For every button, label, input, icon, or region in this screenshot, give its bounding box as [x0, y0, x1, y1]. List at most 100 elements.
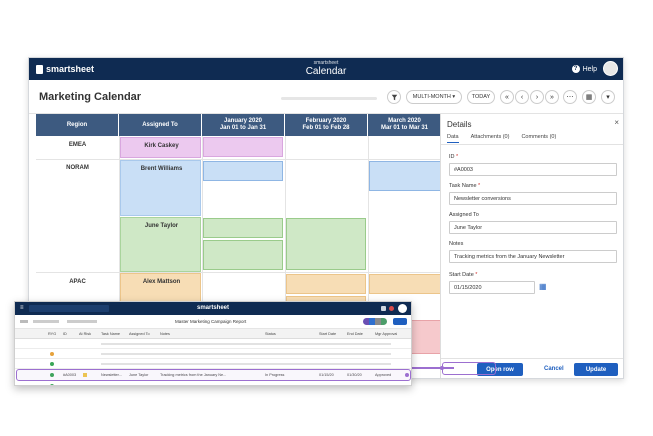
col-notes[interactable]: Notes — [160, 329, 170, 339]
share-button[interactable] — [393, 318, 407, 325]
top-nav-bar: smartsheet smartsheet Calendar ? Help — [29, 58, 623, 80]
table-row[interactable] — [15, 339, 411, 349]
region-emea: EMEA — [68, 142, 87, 148]
tab-attachments[interactable]: Attachments (0) — [471, 134, 510, 143]
field-label-task: Task Name * — [449, 183, 480, 189]
sheet-top-bar: ≡ smartsheet — [15, 302, 411, 315]
table-row[interactable] — [15, 382, 411, 385]
notification-icon[interactable] — [389, 306, 394, 311]
calendar-toolbar: Marketing Calendar MULTI-MONTH ▾ TODAY «… — [29, 80, 623, 114]
more-options-button[interactable]: ⋯ — [563, 90, 577, 104]
filter-button[interactable] — [387, 90, 401, 104]
apps-icon[interactable] — [381, 306, 386, 311]
user-avatar[interactable] — [603, 61, 618, 76]
assignee-cell-kirk[interactable]: Kirk Caskey — [120, 137, 201, 158]
event-block-blue[interactable] — [369, 161, 443, 191]
row-placeholder — [101, 363, 391, 365]
assignee-alex-mattson: Alex Mattson — [142, 279, 181, 285]
header-february-month: February 2020 — [305, 118, 347, 124]
region-apac: APAC — [69, 279, 86, 285]
event-block-pink[interactable] — [203, 137, 283, 157]
assignee-june-taylor: June Taylor — [144, 223, 179, 229]
task-name-field[interactable]: Newsletter conversions — [449, 192, 617, 205]
today-button[interactable]: TODAY — [467, 90, 495, 104]
event-block-green[interactable] — [286, 218, 366, 270]
header-january-month: January 2020 — [223, 118, 263, 124]
field-label-task-text: Task Name — [449, 183, 477, 189]
region-noram: NORAM — [66, 165, 89, 171]
assignee-brent-williams: Brent Williams — [140, 166, 183, 172]
calendar-picker-button[interactable]: ▦ — [582, 90, 596, 104]
prev-button[interactable]: ‹ — [515, 90, 529, 104]
toolbar-icon[interactable] — [67, 320, 97, 323]
field-label-assigned: Assigned To — [449, 212, 479, 218]
status-dot-icon — [50, 352, 54, 356]
help-label: Help — [582, 65, 597, 73]
header-february: February 2020 Feb 01 to Feb 28 — [285, 114, 368, 136]
next-button[interactable]: › — [530, 90, 544, 104]
page-title: Marketing Calendar — [39, 91, 142, 103]
assignee-cell-brent[interactable]: Brent Williams — [120, 160, 201, 216]
event-block-orange[interactable] — [286, 274, 366, 294]
calendar-icon[interactable]: ▦ — [539, 282, 547, 291]
open-row-highlight — [442, 362, 496, 375]
event-block-blue[interactable] — [203, 161, 283, 181]
toolbar-dropdown-button[interactable]: ▾ — [601, 90, 615, 104]
help-icon: ? — [571, 65, 580, 73]
col-ryg[interactable]: RYG — [48, 329, 56, 339]
id-field[interactable]: #A0003 — [449, 163, 617, 176]
assigned-to-field[interactable]: June Taylor — [449, 221, 617, 234]
header-assigned-to: Assigned To — [119, 114, 202, 136]
sheet-avatar[interactable] — [398, 304, 407, 313]
next-period-button[interactable]: » — [545, 90, 559, 104]
event-block-green[interactable] — [203, 218, 283, 238]
col-mgr-approval[interactable]: Mgr Approval — [375, 329, 397, 339]
table-row[interactable] — [15, 349, 411, 359]
col-at-risk[interactable]: At Risk — [79, 329, 91, 339]
field-label-assigned-text: Assigned To — [449, 212, 479, 218]
update-button[interactable]: Update — [574, 363, 618, 376]
event-block-orange[interactable] — [369, 274, 443, 294]
cancel-button[interactable]: Cancel — [544, 366, 564, 372]
help-button[interactable]: ? Help — [571, 65, 597, 73]
field-label-id: ID * — [449, 154, 458, 160]
event-block-green[interactable] — [203, 240, 283, 270]
details-tab-divider — [441, 144, 623, 145]
details-tabs: Data Attachments (0) Comments (0) — [447, 134, 556, 143]
row-highlight-outline — [16, 369, 411, 381]
header-region-label: Region — [66, 121, 88, 128]
required-marker: * — [478, 183, 481, 189]
sheet-column-header: RYG ID At Risk Task Name Assigned To Not… — [15, 329, 411, 339]
collaborator-avatars[interactable] — [363, 318, 387, 325]
app-title-block: smartsheet Calendar — [29, 60, 623, 77]
assignee-cell-june[interactable]: June Taylor — [120, 217, 201, 272]
row-placeholder — [101, 343, 391, 345]
col-id[interactable]: ID — [63, 329, 67, 339]
col-task-name[interactable]: Task Name — [101, 329, 120, 339]
prev-period-button[interactable]: « — [500, 90, 514, 104]
notes-field[interactable]: Tracking metrics from the January Newsle… — [449, 250, 617, 263]
toolbar-icon[interactable] — [20, 320, 28, 323]
close-icon[interactable]: × — [614, 118, 619, 127]
header-region: Region — [36, 114, 119, 136]
start-date-field[interactable]: 01/15/2020 — [449, 281, 535, 294]
connector-dot — [405, 373, 409, 377]
sheet-brand: smartsheet — [196, 305, 229, 311]
header-march: March 2020 Mar 01 to Mar 31 — [368, 114, 442, 136]
sheet-title: Master Marketing Campaign Report — [175, 319, 247, 324]
col-start-date[interactable]: Start Date — [319, 329, 336, 339]
col-end-date[interactable]: End Date — [347, 329, 363, 339]
calendar-grid-header: Region Assigned To January 2020 Jan 01 t… — [36, 114, 442, 136]
tab-data[interactable]: Data — [447, 134, 459, 143]
col-status[interactable]: Status — [265, 329, 276, 339]
toolbar-icon[interactable] — [33, 320, 59, 323]
sheet-toolbar: Master Marketing Campaign Report — [15, 315, 411, 329]
tab-comments[interactable]: Comments (0) — [521, 134, 556, 143]
table-row[interactable] — [15, 359, 411, 369]
view-mode-select[interactable]: MULTI-MONTH ▾ — [406, 90, 462, 104]
col-assigned-to[interactable]: Assigned To — [129, 329, 150, 339]
header-assigned-label: Assigned To — [142, 121, 178, 128]
connector-line — [408, 367, 454, 369]
field-label-start-text: Start Date — [449, 272, 474, 278]
connector-dot — [440, 366, 444, 370]
